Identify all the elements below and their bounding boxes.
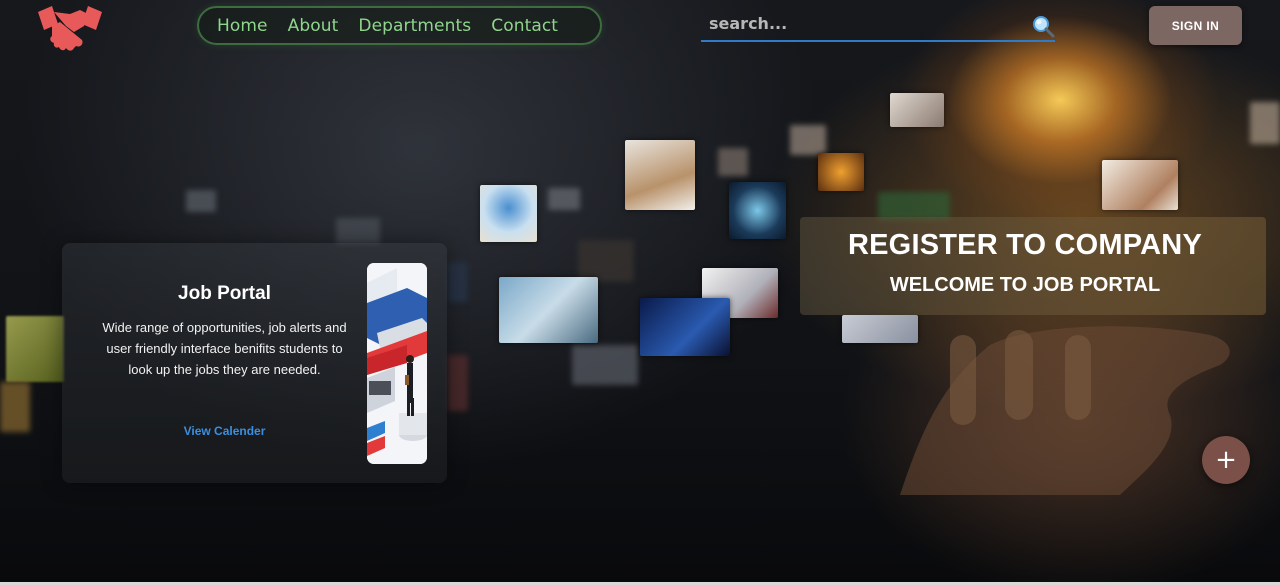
background-tile <box>499 277 598 343</box>
background-tile <box>578 240 634 282</box>
hero-subtitle: WELCOME TO JOB PORTAL <box>889 274 1161 296</box>
nav-home-link[interactable]: Home <box>217 16 268 36</box>
background-tile <box>186 190 216 212</box>
handshake-icon[interactable] <box>36 2 104 52</box>
page: Home About Departments Contact SIGN IN J… <box>0 0 1280 585</box>
register-banner: REGISTER TO COMPANY WELCOME TO JOB PORTA… <box>800 217 1266 315</box>
card-description: Wide range of opportunities, job alerts … <box>102 320 347 377</box>
background-tile <box>1250 102 1280 144</box>
background-tile <box>548 188 580 210</box>
view-calendar-link[interactable]: View Calender <box>62 424 387 438</box>
nav-contact-link[interactable]: Contact <box>491 16 558 36</box>
search-input[interactable] <box>701 12 1017 35</box>
background-tile <box>818 153 864 191</box>
background-tile <box>448 262 468 302</box>
background-tile <box>480 185 537 242</box>
background-tile <box>0 382 30 432</box>
plus-icon[interactable]: + <box>1202 436 1250 484</box>
sign-in-button[interactable]: SIGN IN <box>1149 6 1242 45</box>
background-tile <box>572 345 638 385</box>
background-tile <box>448 355 468 411</box>
background-tile <box>790 125 826 155</box>
background-tile <box>336 218 380 244</box>
nav-departments-link[interactable]: Departments <box>358 16 471 36</box>
background-tile <box>729 182 786 239</box>
background-tile <box>890 93 944 127</box>
card-title: Job Portal <box>178 283 271 304</box>
search-bar <box>701 12 1055 42</box>
background-tile <box>718 148 748 176</box>
background-tile <box>640 298 730 356</box>
background-tile <box>878 192 950 220</box>
hero-title: REGISTER TO COMPANY <box>848 229 1202 261</box>
main-nav: Home About Departments Contact <box>197 6 602 45</box>
background-tile <box>1102 160 1178 210</box>
background-tile <box>6 316 64 382</box>
job-portal-illustration <box>367 263 427 464</box>
search-icon[interactable] <box>1031 14 1055 38</box>
job-portal-card: Job Portal Wide range of opportunities, … <box>62 243 447 483</box>
hand-illustration <box>900 326 1230 495</box>
isometric-office-illustration <box>367 263 427 464</box>
nav-about-link[interactable]: About <box>288 16 339 36</box>
background-tile <box>625 140 695 210</box>
